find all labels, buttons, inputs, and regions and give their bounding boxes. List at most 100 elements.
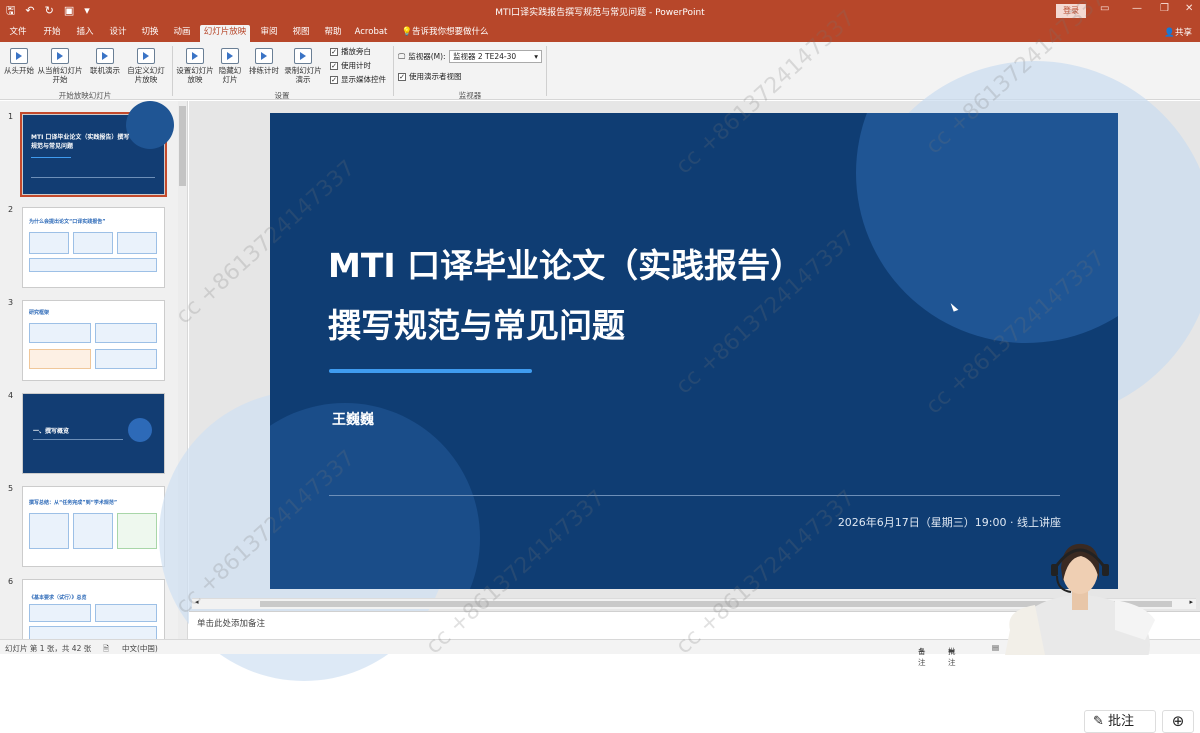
thumb-card	[29, 323, 91, 343]
hide-slide-button[interactable]: 隐藏幻灯片	[216, 48, 244, 84]
timing-checkbox[interactable]: ✓ 使用计时	[330, 60, 371, 71]
spellcheck-icon[interactable]: 🗎	[103, 643, 109, 656]
thumb-card	[95, 604, 157, 622]
slide-title-line1[interactable]: MTI 口译毕业论文（实践报告）	[328, 239, 803, 287]
setup-show-button[interactable]: 设置幻灯片放映	[176, 48, 214, 84]
tab-file[interactable]: 文件	[4, 25, 32, 42]
thumb-number: 3	[8, 298, 14, 307]
language-indicator[interactable]: 中文(中国)	[122, 643, 158, 654]
tab-slideshow[interactable]: 幻灯片放映	[200, 25, 250, 42]
custom-show-button[interactable]: 自定义幻灯片放映	[124, 48, 168, 84]
slide-author[interactable]: 王巍巍	[332, 409, 374, 429]
ribbon-tabs: 文件 开始 插入 设计 切换 动画 幻灯片放映 审阅 视图 帮助 Acrobat…	[0, 22, 1200, 42]
tab-view[interactable]: 视图	[287, 25, 315, 42]
share-button[interactable]: 👤共享	[1164, 26, 1192, 38]
thumb-card	[95, 349, 157, 369]
maximize-icon[interactable]: ❐	[1160, 3, 1169, 14]
monitor-icon: 🖵	[398, 51, 406, 61]
thumb-number: 4	[8, 391, 14, 400]
notes-placeholder[interactable]: 单击此处添加备注	[197, 617, 265, 629]
scroll-right-icon[interactable]: ▸	[1189, 598, 1193, 606]
thumb-rule	[33, 439, 123, 440]
thumb-card	[117, 513, 157, 549]
tab-animations[interactable]: 动画	[168, 25, 196, 42]
ribbon-display-icon[interactable]: ▭	[1100, 3, 1109, 14]
thumb-number: 2	[8, 205, 14, 214]
media-controls-checkbox[interactable]: ✓ 显示媒体控件	[330, 74, 386, 85]
thumb-number: 6	[8, 577, 14, 586]
tab-help[interactable]: 帮助	[319, 25, 347, 42]
thumb-title: 撰写总结：从“任务完成”到“学术规范”	[29, 500, 118, 506]
tab-home[interactable]: 开始	[38, 25, 66, 42]
thumb-card	[117, 232, 157, 254]
scroll-thumb[interactable]	[179, 106, 186, 186]
thumbnail-slide-6[interactable]: 《基本要求（试行）》总览	[22, 579, 165, 639]
thumbnail-slide-1[interactable]: MTI 口译毕业论文（实践报告）撰写规范与常见问题	[20, 101, 174, 197]
custom-show-icon	[137, 48, 155, 64]
thumb-card	[95, 323, 157, 343]
thumbnail-slide-2[interactable]: 为什么会提出论文“口译实践报告”	[22, 207, 165, 288]
person-icon: 👤	[1164, 28, 1175, 38]
tab-transitions[interactable]: 切换	[136, 25, 164, 42]
thumbnail-slide-5[interactable]: 撰写总结：从“任务完成”到“学术规范”	[22, 486, 165, 567]
book-icon	[128, 418, 152, 442]
thumb-number: 5	[8, 484, 14, 493]
slide-counter: 幻灯片 第 1 张，共 42 张	[5, 644, 92, 653]
thumbnail-slide-4[interactable]: 一、撰写概览	[22, 393, 165, 474]
thumb-title: MTI 口译毕业论文（实践报告）撰写规范与常见问题	[31, 134, 130, 150]
thumbnail-slide-3[interactable]: 研究框架	[22, 300, 165, 381]
timer-icon	[255, 48, 273, 64]
group-label-start: 开始放映幻灯片	[58, 91, 112, 100]
thumb-title: 一、撰写概览	[33, 428, 70, 435]
thumb-card	[29, 232, 69, 254]
zoom-in-icon[interactable]: ⊕	[1162, 710, 1194, 733]
thumb-card	[73, 232, 113, 254]
record-icon	[294, 48, 312, 64]
hide-slide-icon	[221, 48, 239, 64]
tab-insert[interactable]: 插入	[71, 25, 99, 42]
presenter-webcam-overlay	[995, 520, 1165, 655]
thumb-card	[29, 258, 157, 272]
from-current-button[interactable]: 从当前幻灯片开始	[36, 48, 84, 84]
thumb-card	[73, 513, 113, 549]
close-icon[interactable]: ✕	[1185, 3, 1193, 14]
rehearse-timings-button[interactable]: 排练计时	[247, 48, 281, 75]
thumb-number: 1	[8, 112, 14, 121]
record-slideshow-button[interactable]: 录制幻灯片演示	[282, 48, 324, 84]
online-present-button[interactable]: 联机演示	[88, 48, 122, 75]
comment-button[interactable]: ✎ 批注	[1084, 710, 1156, 733]
lightbulb-icon: 💡	[401, 27, 413, 37]
tab-review[interactable]: 审阅	[255, 25, 283, 42]
scroll-left-icon[interactable]: ◂	[195, 598, 199, 606]
thumb-accent	[31, 157, 71, 158]
tab-design[interactable]: 设计	[104, 25, 132, 42]
divider	[546, 46, 547, 96]
title-bar: 🖫 ↶ ↻ ▣ ▾ MTI口译实践报告撰写规范与常见问题 - PowerPoin…	[0, 0, 1200, 22]
setup-icon	[186, 48, 204, 64]
group-label-monitor: 监视器	[458, 91, 482, 100]
thumb-card	[29, 604, 91, 622]
narration-checkbox[interactable]: ✓ 播放旁白	[330, 46, 371, 57]
presenter-figure	[1005, 543, 1155, 655]
from-start-button[interactable]: 从头开始	[2, 48, 36, 75]
play-current-icon	[51, 48, 69, 64]
deco-circle	[856, 113, 1118, 343]
accent-bar	[329, 369, 532, 373]
group-label-setup: 设置	[274, 91, 290, 100]
tab-acrobat[interactable]: Acrobat	[352, 25, 390, 42]
minimize-icon[interactable]: —	[1132, 3, 1142, 14]
thumb-title: 《基本要求（试行）》总览	[29, 595, 87, 601]
pencil-icon: ✎	[1093, 714, 1104, 729]
online-icon	[96, 48, 114, 64]
slide-title-line2[interactable]: 撰写规范与常见问题	[328, 299, 625, 347]
login-button[interactable]: 登录	[1056, 4, 1086, 18]
deco-circle	[126, 101, 174, 149]
thumb-rule	[31, 177, 155, 178]
play-icon	[10, 48, 28, 64]
presenter-view-checkbox[interactable]: ✓ 使用演示者视图	[398, 71, 462, 82]
tell-me-search[interactable]: 💡告诉我你想要做什么	[400, 25, 490, 42]
divider-line	[329, 495, 1060, 496]
monitor-select[interactable]: 监视器 2 TE24-30 ▾	[449, 50, 542, 63]
divider	[172, 46, 173, 96]
current-slide[interactable]: MTI 口译毕业论文（实践报告） 撰写规范与常见问题 王巍巍 2026年6月17…	[270, 113, 1118, 589]
